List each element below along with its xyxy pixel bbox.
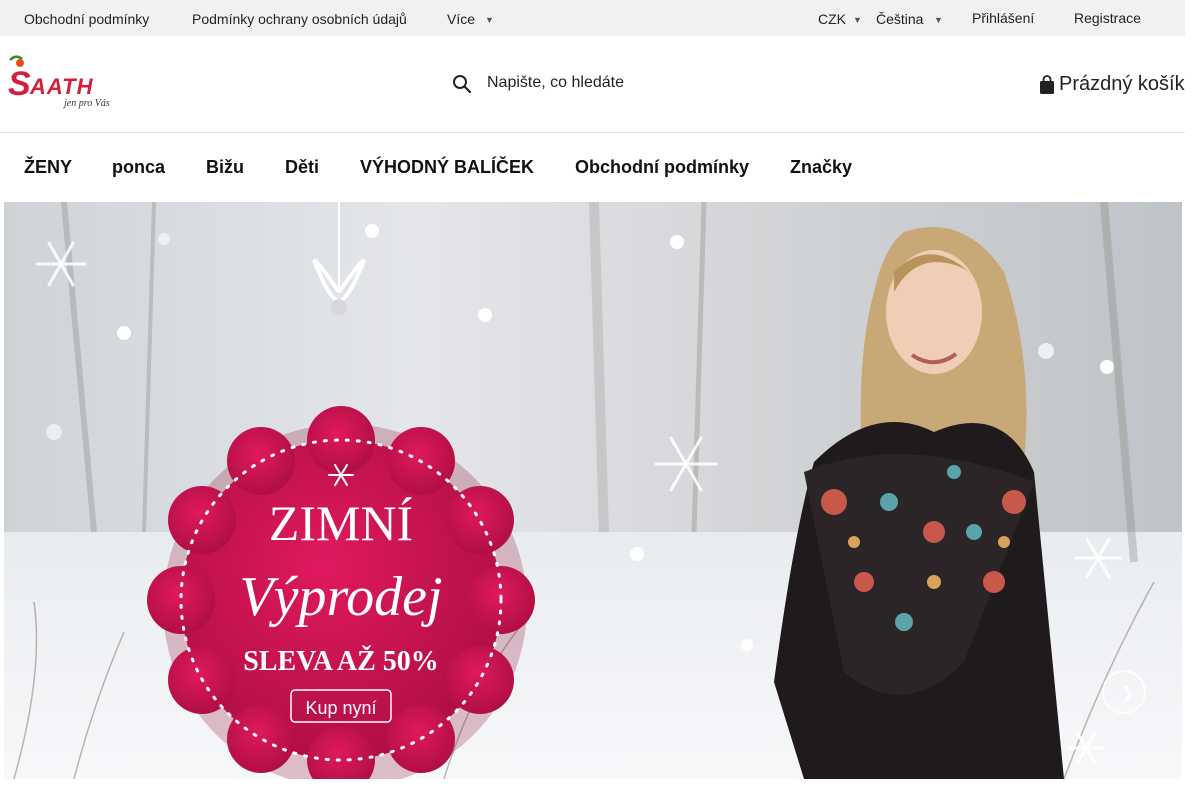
nav-item-bizu[interactable]: Bižu — [206, 157, 244, 178]
cart-label: Prázdný košík — [1059, 73, 1185, 95]
chevron-down-icon: ▼ — [934, 15, 943, 25]
nav-item-zeny[interactable]: ŽENY — [24, 157, 72, 178]
banner-image: ZIMNÍ Výprodej SLEVA AŽ 50% Kup nyní — [4, 202, 1182, 779]
chevron-down-icon: ▼ — [485, 15, 494, 25]
banner-discount: SLEVA AŽ 50% — [243, 646, 439, 677]
top-link-more[interactable]: Více — [447, 11, 475, 27]
carousel-next-button[interactable]: ❯ — [1102, 670, 1146, 714]
nav-item-vyhodny-balicek[interactable]: VÝHODNÝ BALÍČEK — [360, 157, 534, 178]
nav-item-obchodni-podminky[interactable]: Obchodní podmínky — [575, 157, 749, 178]
register-link[interactable]: Registrace — [1074, 10, 1141, 26]
svg-text:S: S — [8, 65, 31, 103]
banner-title: ZIMNÍ — [269, 495, 413, 551]
login-link[interactable]: Přihlášení — [972, 10, 1034, 26]
shopping-bag-icon — [1040, 75, 1054, 94]
banner-subtitle: Výprodej — [239, 566, 442, 628]
banner-cta: Kup nyní — [305, 698, 376, 718]
chevron-right-icon: ❯ — [1121, 685, 1135, 702]
currency-select[interactable]: CZK — [818, 11, 846, 27]
svg-text:AATH: AATH — [29, 74, 94, 99]
nav-item-ponca[interactable]: ponca — [112, 157, 165, 178]
site-logo[interactable]: S AATH jen pro Vás — [6, 54, 118, 110]
search-input[interactable]: Napište, co hledáte — [487, 74, 624, 92]
top-utility-bar: Obchodní podmínky Podmínky ochrany osobn… — [0, 0, 1185, 36]
chevron-down-icon: ▼ — [853, 15, 862, 25]
top-link-privacy[interactable]: Podmínky ochrany osobních údajů — [192, 11, 407, 27]
logo-tagline: jen pro Vás — [62, 98, 110, 109]
main-navigation: ŽENY ponca Bižu Děti VÝHODNÝ BALÍČEK Obc… — [0, 133, 1185, 201]
hero-banner[interactable]: ZIMNÍ Výprodej SLEVA AŽ 50% Kup nyní ❯ — [4, 202, 1182, 779]
cart-button[interactable]: Prázdný košík — [1039, 72, 1185, 98]
nav-item-deti[interactable]: Děti — [285, 157, 319, 178]
nav-item-znacky[interactable]: Značky — [790, 157, 852, 178]
search-icon[interactable] — [452, 74, 472, 94]
top-link-terms[interactable]: Obchodní podmínky — [24, 11, 149, 27]
language-select[interactable]: Čeština — [876, 11, 923, 27]
site-header: S AATH jen pro Vás Napište, co hledáte P… — [0, 36, 1185, 133]
